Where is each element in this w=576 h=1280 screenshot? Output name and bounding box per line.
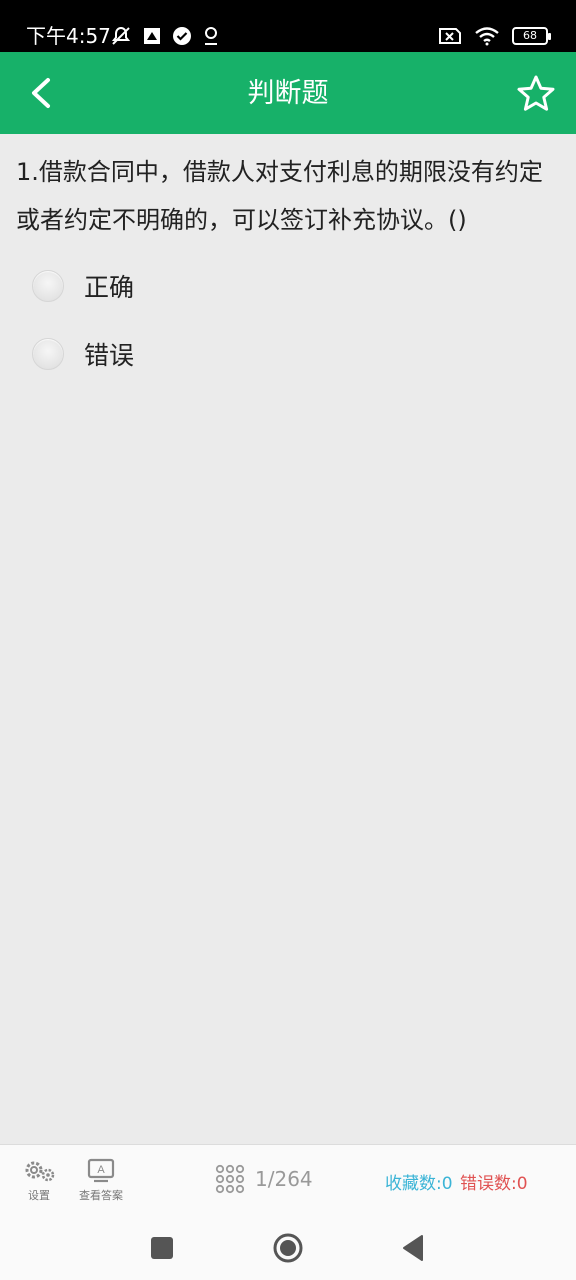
answer-screen-icon: A [87,1158,115,1183]
system-nav-bar [0,1216,576,1280]
radio-button[interactable] [32,270,64,302]
triangle-back-icon [403,1235,423,1261]
square-icon [151,1237,173,1259]
recents-button[interactable] [144,1230,180,1266]
battery-icon: 68 [512,27,551,45]
view-answer-label: 查看答案 [79,1189,123,1202]
star-outline-icon [517,75,555,111]
status-icons-left [110,24,220,48]
home-circle-icon [273,1233,303,1263]
errors-count[interactable]: 错误数:0 [460,1169,528,1194]
question-progress[interactable]: 1/264 [215,1163,313,1195]
option-label: 错误 [84,341,135,370]
favorites-count[interactable]: 收藏数:0 [385,1169,453,1194]
status-icons-right: 68 [438,24,551,48]
option-wrong[interactable]: 错误 [32,330,332,378]
settings-label: 设置 [28,1189,50,1202]
no-sim-icon [439,28,461,44]
option-label: 正确 [84,273,135,302]
status-time: 下午4:57 [26,24,111,48]
bottom-toolbar: 设置 A 查看答案 1/264 收藏数:0 错误数:0 [0,1144,576,1216]
gear-icon [25,1161,55,1182]
mute-bell-icon [111,26,131,45]
app-bar: 判断题 [0,52,576,134]
page-title: 判断题 [247,78,329,109]
home-button[interactable] [270,1230,306,1266]
question-text: 1.借款合同中，借款人对支付利息的期限没有约定或者约定不明确的，可以签订补充协议… [16,158,543,234]
radio-button[interactable] [32,338,64,370]
grid-dots-icon [215,1164,245,1194]
favorite-button[interactable] [516,74,556,114]
location-icon [205,27,217,45]
wifi-icon [475,27,499,46]
settings-button[interactable]: 设置 [20,1157,58,1203]
status-bar: 下午4:57 68 [0,0,576,52]
check-circle-icon [173,27,191,45]
back-nav-button[interactable] [396,1230,432,1266]
view-answer-button[interactable]: A 查看答案 [76,1157,126,1203]
progress-count: 1/264 [255,1167,313,1191]
option-correct[interactable]: 正确 [32,262,332,310]
app-notification-icon [144,28,160,44]
answer-icon-glyph: A [97,1164,105,1176]
